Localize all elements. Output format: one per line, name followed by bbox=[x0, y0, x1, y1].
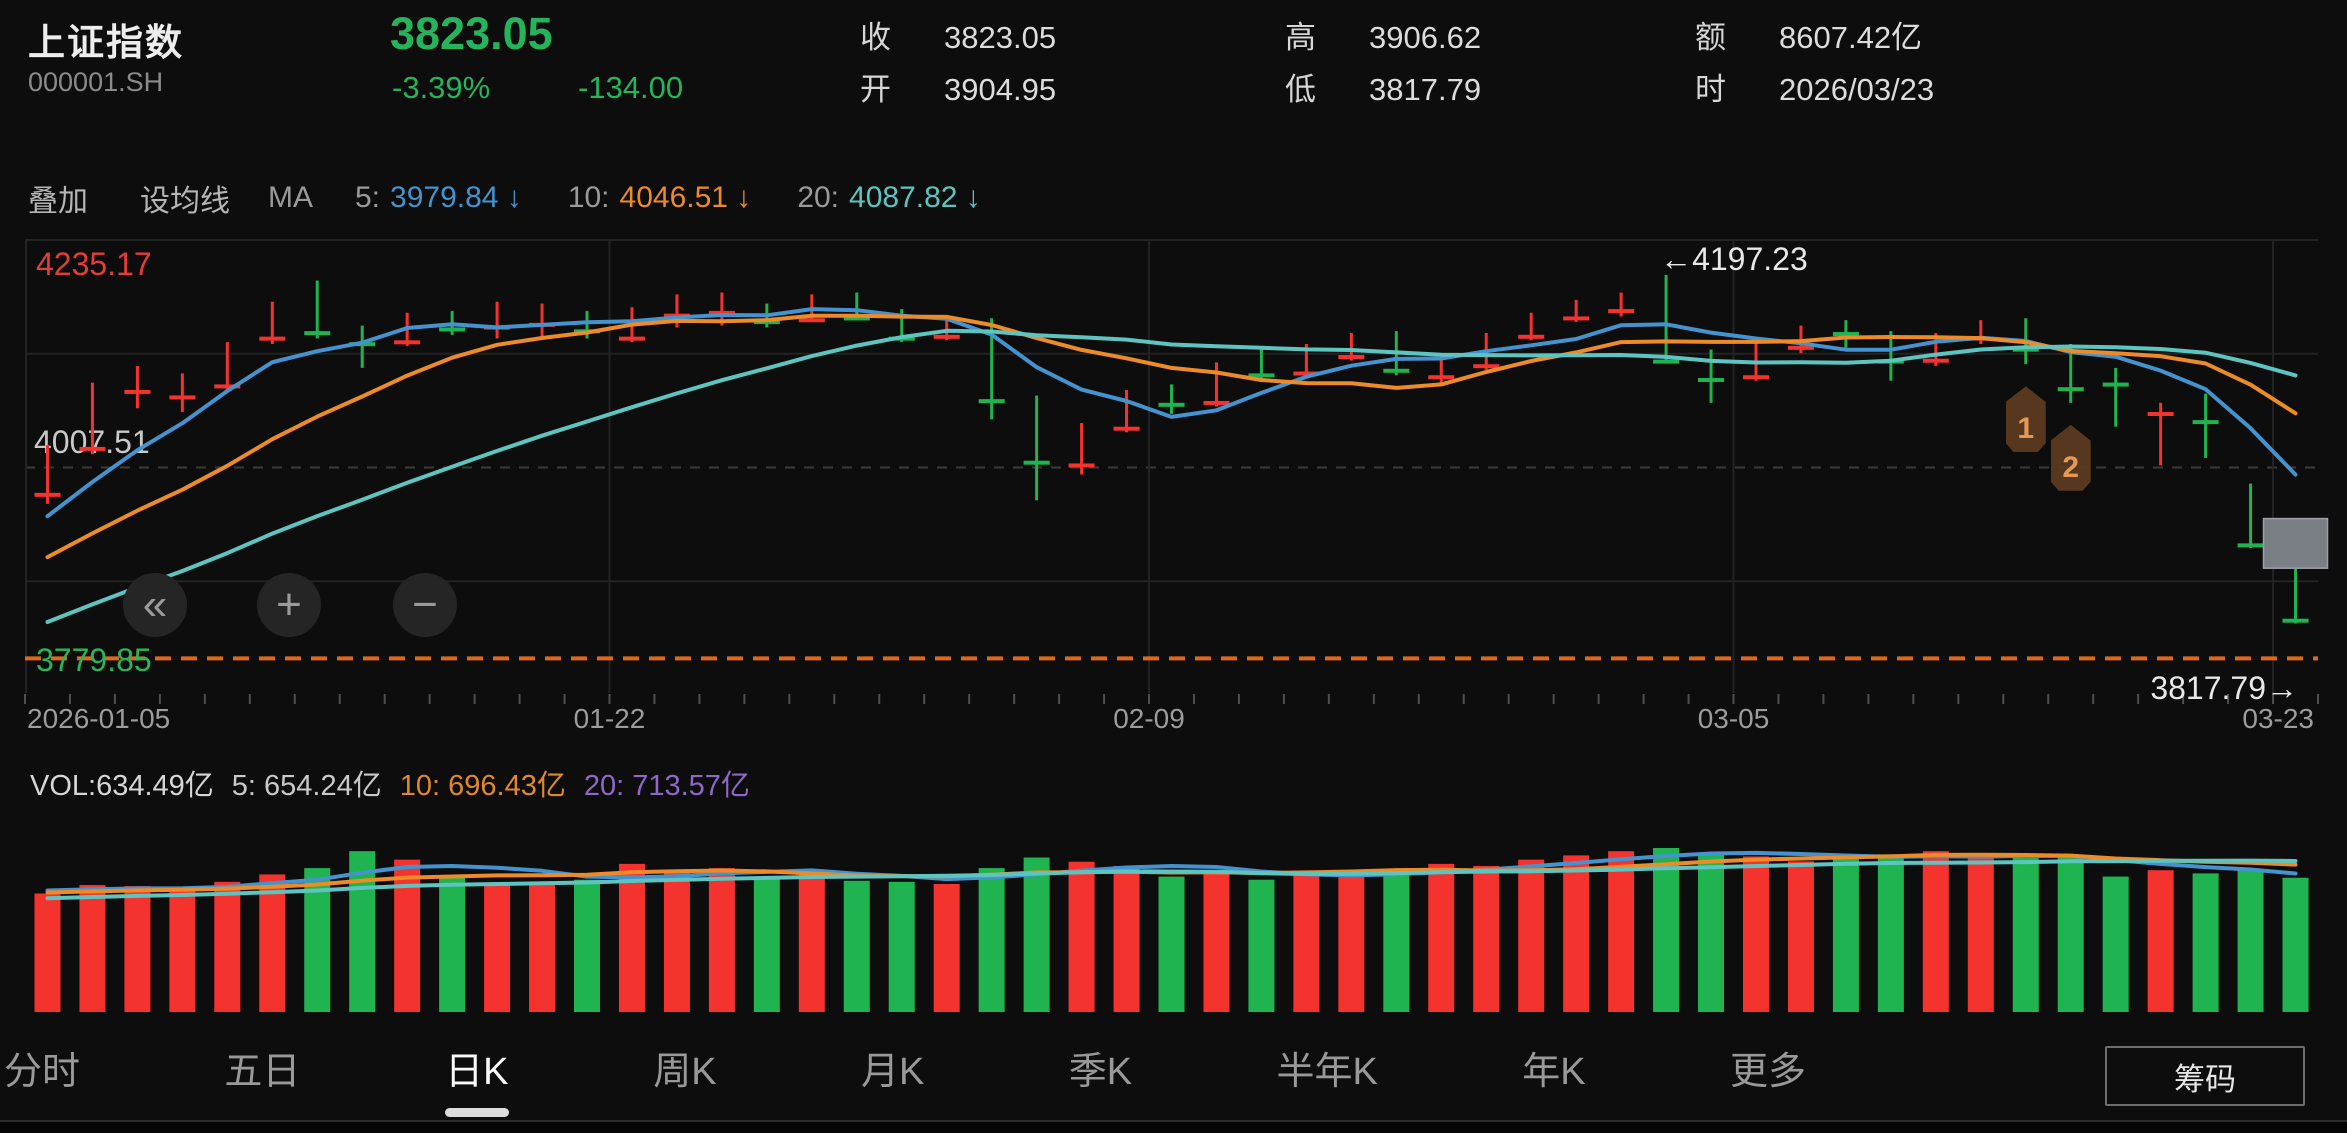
volume-legend: VOL:634.49亿 5: 654.24亿 10: 696.43亿 20: 713.… bbox=[30, 762, 750, 804]
volume-legend-item-0: VOL:634.49亿 bbox=[30, 762, 214, 804]
bottom-strip bbox=[0, 1122, 2347, 1133]
tab-季K[interactable]: 季K bbox=[1069, 1040, 1132, 1095]
volume-legend-item-3: 20: 713.57亿 bbox=[584, 762, 750, 804]
candlestick-volume-chart[interactable] bbox=[0, 0, 2347, 1133]
volume-legend-item-2: 10: 696.43亿 bbox=[400, 762, 566, 804]
zoom-out-button[interactable]: − bbox=[393, 573, 457, 637]
volume-legend-item-1: 5: 654.24亿 bbox=[232, 762, 382, 804]
active-tab-underline bbox=[445, 1108, 509, 1117]
tab-分时[interactable]: 分时 bbox=[4, 1040, 80, 1095]
zoom-in-button[interactable]: + bbox=[257, 573, 321, 637]
tab-五日[interactable]: 五日 bbox=[224, 1040, 300, 1095]
tab-日K[interactable]: 日K bbox=[445, 1040, 509, 1117]
tab-月K[interactable]: 月K bbox=[861, 1040, 924, 1095]
tab-更多[interactable]: 更多 bbox=[1730, 1040, 1806, 1095]
tab-半年K[interactable]: 半年K bbox=[1276, 1040, 1377, 1095]
chips-distribution-button[interactable]: 筹码 bbox=[2105, 1046, 2305, 1106]
period-tab-bar: 分时 五日 日K 周K 月K 季K 半年K 年K 更多 bbox=[4, 1040, 1806, 1117]
stock-chart-app: 上证指数 000001.SH 3823.05 -3.39% -134.00 收3… bbox=[0, 0, 2347, 1133]
tab-年K[interactable]: 年K bbox=[1522, 1040, 1585, 1095]
tab-周K[interactable]: 周K bbox=[653, 1040, 716, 1095]
collapse-chevron-button[interactable]: « bbox=[123, 573, 187, 637]
